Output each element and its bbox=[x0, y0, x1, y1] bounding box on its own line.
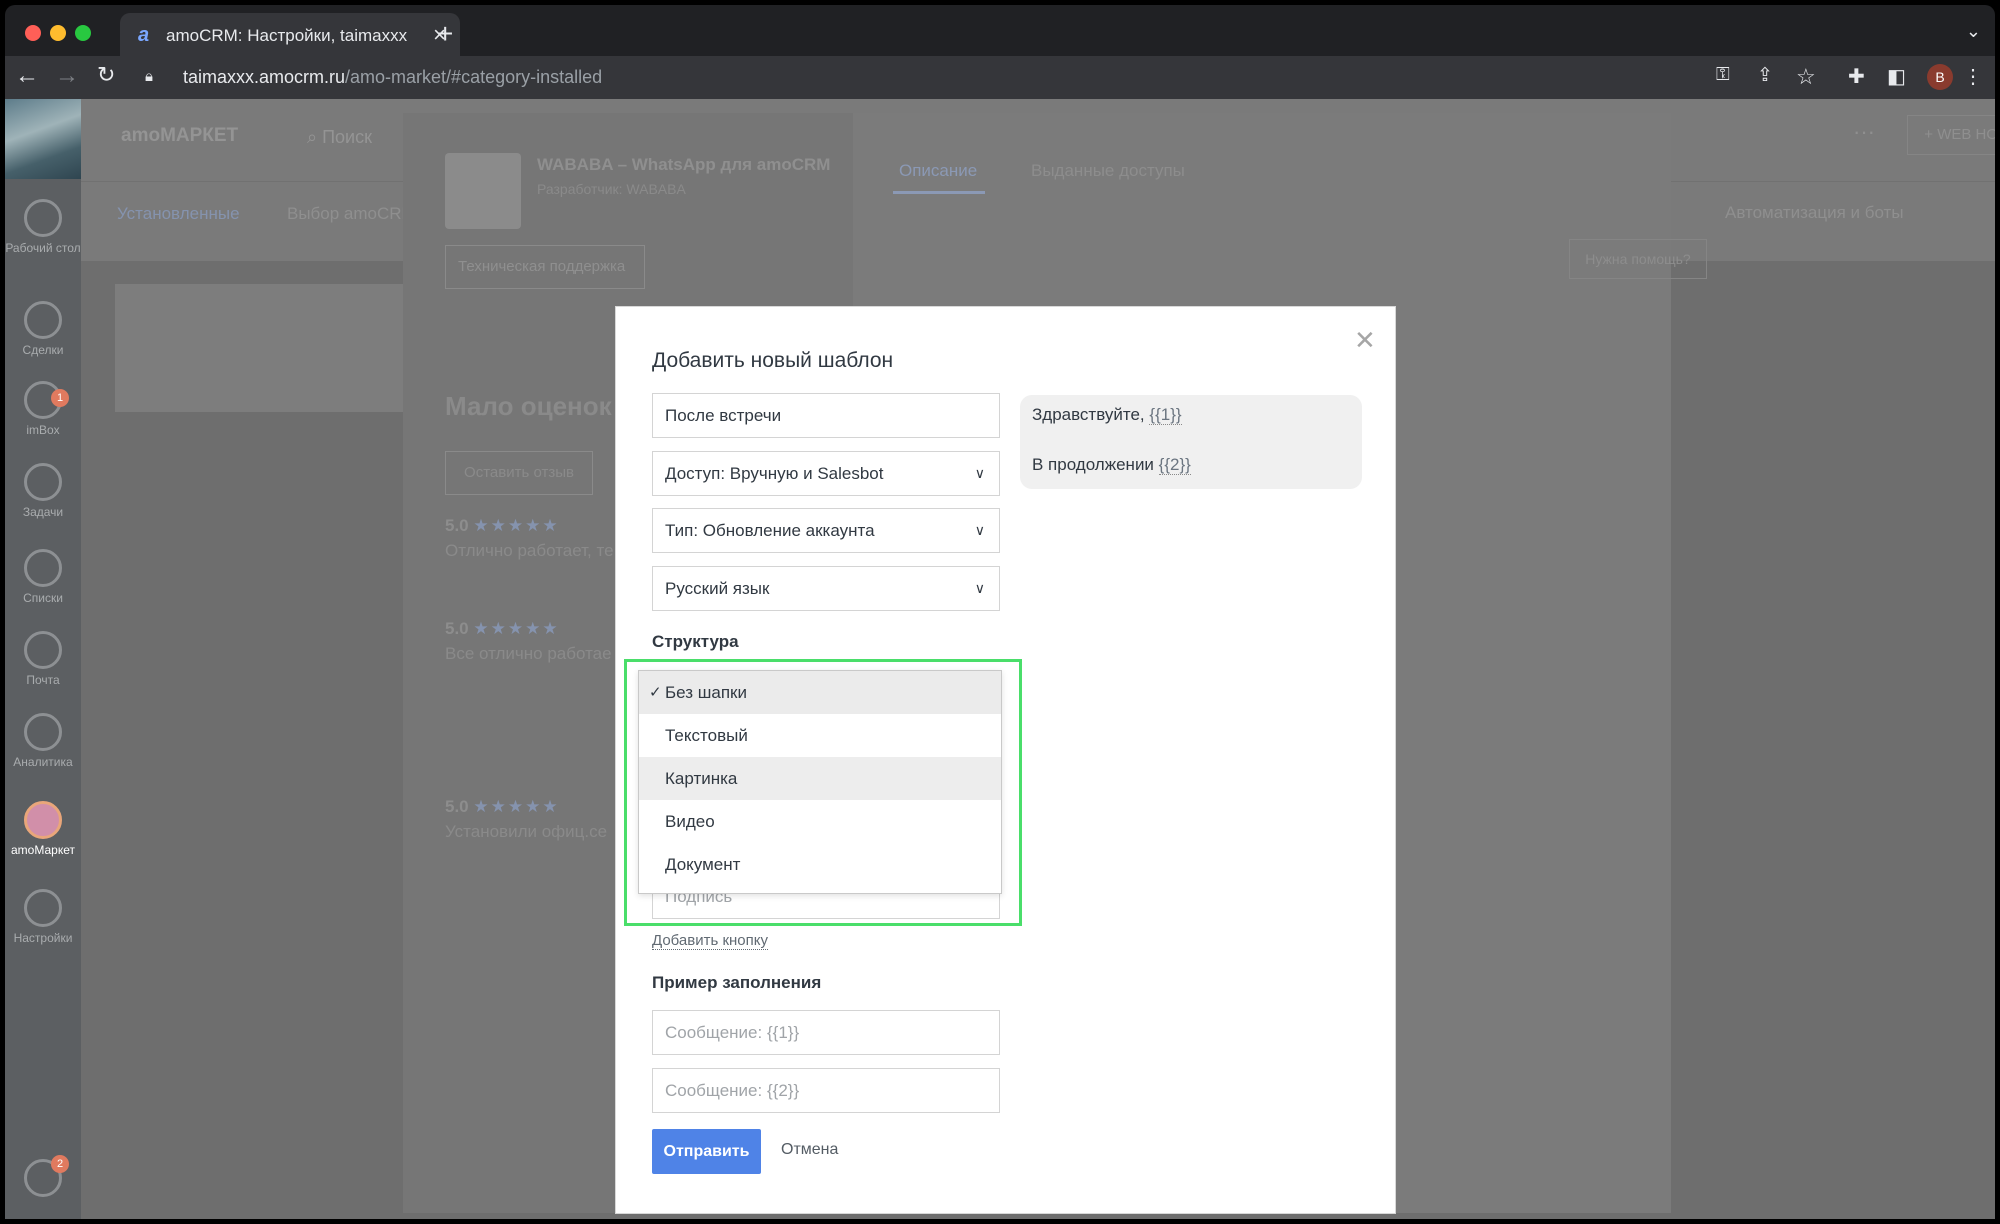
forward-arrow-icon[interactable]: → bbox=[55, 62, 79, 90]
chevron-down-icon: ∨ bbox=[974, 580, 985, 596]
chevron-down-icon: ∨ bbox=[974, 522, 985, 538]
check-icon bbox=[24, 463, 62, 501]
tab-automation-bots[interactable]: Автоматизация и боты bbox=[1725, 203, 1904, 223]
type-select[interactable]: Тип: Обновление аккаунта ∨ bbox=[652, 508, 1000, 553]
url-host: taimaxxx.amocrm.ru bbox=[183, 67, 346, 87]
nav-lists[interactable]: Списки bbox=[5, 549, 81, 605]
dollar-icon bbox=[24, 301, 62, 339]
search-icon: ⌕ bbox=[307, 127, 323, 147]
close-icon[interactable]: ✕ bbox=[1354, 325, 1376, 356]
preview-variable: {{2}} bbox=[1158, 455, 1191, 475]
review-item: 5.0 ★★★★★ Установили офиц.се bbox=[445, 797, 608, 841]
modal-title: Добавить новый шаблон bbox=[652, 349, 894, 372]
notifications-badge: 2 bbox=[51, 1155, 69, 1173]
review-item: 5.0 ★★★★★ Все отлично работае bbox=[445, 619, 612, 663]
nav-settings[interactable]: Настройки bbox=[5, 889, 81, 945]
nav-imbox[interactable]: imBox bbox=[5, 381, 81, 437]
cancel-button[interactable]: Отмена bbox=[781, 1141, 838, 1159]
send-button[interactable]: Отправить bbox=[652, 1129, 761, 1174]
settings-icon bbox=[24, 889, 62, 927]
amocrm-favicon-icon: a bbox=[138, 24, 150, 46]
tab-title: amoCRM: Настройки, taimaxxx bbox=[166, 26, 408, 45]
language-select[interactable]: Русский язык ∨ bbox=[652, 566, 1000, 611]
app-name: WABABA – WhatsApp для amoCRM bbox=[537, 155, 831, 174]
browser-tab[interactable]: a amoCRM: Настройки, taimaxxx × bbox=[120, 13, 460, 56]
rating-stars: ★★★★★ bbox=[473, 516, 560, 535]
installed-app-card[interactable] bbox=[115, 284, 415, 412]
rating-stars: ★★★★★ bbox=[473, 797, 560, 816]
mail-icon bbox=[24, 631, 62, 669]
lock-icon: 🔒︎ bbox=[145, 68, 153, 85]
option-text[interactable]: Текстовый bbox=[639, 714, 1001, 757]
tab-amocrm-choice[interactable]: Выбор amoCRM bbox=[287, 204, 416, 224]
tab-description[interactable]: Описание bbox=[899, 161, 977, 181]
add-template-modal: ✕ Добавить новый шаблон После встречи До… bbox=[615, 306, 1396, 1214]
option-document[interactable]: Документ bbox=[639, 843, 1001, 886]
market-icon bbox=[24, 801, 62, 839]
webhooks-button[interactable]: + WEB HOOKS bbox=[1907, 115, 1995, 155]
key-icon[interactable]: ⚿ bbox=[1716, 64, 1730, 85]
support-button[interactable]: Техническая поддержка bbox=[445, 245, 645, 289]
close-window-button[interactable] bbox=[25, 25, 41, 41]
amocrm-page: Рабочий стол Сделки imBox 1 Задачи Списк… bbox=[5, 99, 1995, 1219]
message-preview: Здравствуйте, {{1}} В продолжении {{2}} bbox=[1020, 395, 1362, 489]
example-message-input-2[interactable]: Сообщение: {{2}} bbox=[652, 1068, 1000, 1113]
option-video[interactable]: Видео bbox=[639, 800, 1001, 843]
app-logo bbox=[445, 153, 521, 229]
option-no-header[interactable]: ✓ Без шапки bbox=[639, 671, 1001, 714]
help-button[interactable]: Нужна помощь? bbox=[1569, 239, 1707, 279]
leave-review-button[interactable]: Оставить отзыв bbox=[445, 451, 593, 495]
chevron-down-icon: ∨ bbox=[974, 465, 985, 481]
imbox-badge: 1 bbox=[51, 389, 69, 407]
nav-mail[interactable]: Почта bbox=[5, 631, 81, 687]
browser-menu-icon[interactable]: ⋮ bbox=[1963, 64, 1983, 89]
browser-window: a amoCRM: Настройки, taimaxxx × + ⌄ ← → … bbox=[0, 0, 2000, 1224]
tab-granted-access[interactable]: Выданные доступы bbox=[1031, 161, 1185, 181]
list-icon bbox=[24, 549, 62, 587]
structure-heading: Структура bbox=[652, 632, 739, 651]
example-heading: Пример заполнения bbox=[652, 973, 822, 992]
extensions-puzzle-icon[interactable]: ✚ bbox=[1848, 64, 1865, 89]
left-navigation: Рабочий стол Сделки imBox 1 Задачи Списк… bbox=[5, 99, 81, 1219]
back-arrow-icon[interactable]: ← bbox=[15, 62, 39, 90]
profile-avatar[interactable]: B bbox=[1927, 64, 1953, 90]
side-panel-icon[interactable]: ◧ bbox=[1887, 64, 1906, 89]
nav-analytics[interactable]: Аналитика bbox=[5, 713, 81, 769]
tab-installed[interactable]: Установленные bbox=[117, 204, 240, 224]
ratings-heading: Мало оценок bbox=[445, 391, 612, 421]
tab-strip: a amoCRM: Настройки, taimaxxx × + ⌄ bbox=[5, 5, 1995, 56]
account-photo[interactable] bbox=[5, 99, 81, 179]
new-tab-button[interactable]: + bbox=[437, 18, 453, 50]
reload-icon[interactable]: ↻ bbox=[97, 62, 115, 88]
minimize-window-button[interactable] bbox=[50, 25, 66, 41]
dashboard-icon bbox=[24, 199, 62, 237]
structure-dropdown: ✓ Без шапки Текстовый Картинка Видео Доку… bbox=[638, 670, 1002, 894]
app-developer: Разработчик: WABABA bbox=[537, 181, 686, 197]
nav-notifications[interactable] bbox=[5, 1159, 81, 1201]
tab-search-chevron-icon[interactable]: ⌄ bbox=[1966, 21, 1981, 42]
nav-amomarket[interactable]: amoМаркет bbox=[5, 801, 81, 857]
market-search[interactable]: ⌕ Поиск bbox=[307, 127, 372, 148]
example-message-input-1[interactable]: Сообщение: {{1}} bbox=[652, 1010, 1000, 1055]
checkmark-icon: ✓ bbox=[649, 684, 662, 701]
bookmark-star-icon[interactable]: ☆ bbox=[1796, 64, 1816, 90]
active-tab-underline bbox=[893, 191, 985, 194]
option-image[interactable]: Картинка bbox=[639, 757, 1001, 800]
nav-dashboard[interactable]: Рабочий стол bbox=[5, 199, 81, 255]
browser-toolbar: ← → ↻ 🔒︎ taimaxxx.amocrm.ru/amo-market/#… bbox=[5, 56, 1995, 99]
access-select[interactable]: Доступ: Вручную и Salesbot ∨ bbox=[652, 451, 1000, 496]
url-path: /amo-market/#category-installed bbox=[345, 67, 603, 87]
template-name-input[interactable]: После встречи bbox=[652, 393, 1000, 438]
share-icon[interactable]: ⇪ bbox=[1757, 64, 1773, 87]
add-button-link[interactable]: Добавить кнопку bbox=[652, 932, 769, 950]
nav-deals[interactable]: Сделки bbox=[5, 301, 81, 357]
rating-stars: ★★★★★ bbox=[473, 619, 560, 638]
zoom-window-button[interactable] bbox=[75, 25, 91, 41]
market-title: amoМАРКЕТ bbox=[121, 125, 239, 146]
more-options-icon[interactable]: ··· bbox=[1853, 119, 1875, 145]
preview-variable: {{1}} bbox=[1149, 405, 1182, 425]
nav-tasks[interactable]: Задачи bbox=[5, 463, 81, 519]
analytics-icon bbox=[24, 713, 62, 751]
review-item: 5.0 ★★★★★ Отлично работает, те bbox=[445, 516, 614, 560]
